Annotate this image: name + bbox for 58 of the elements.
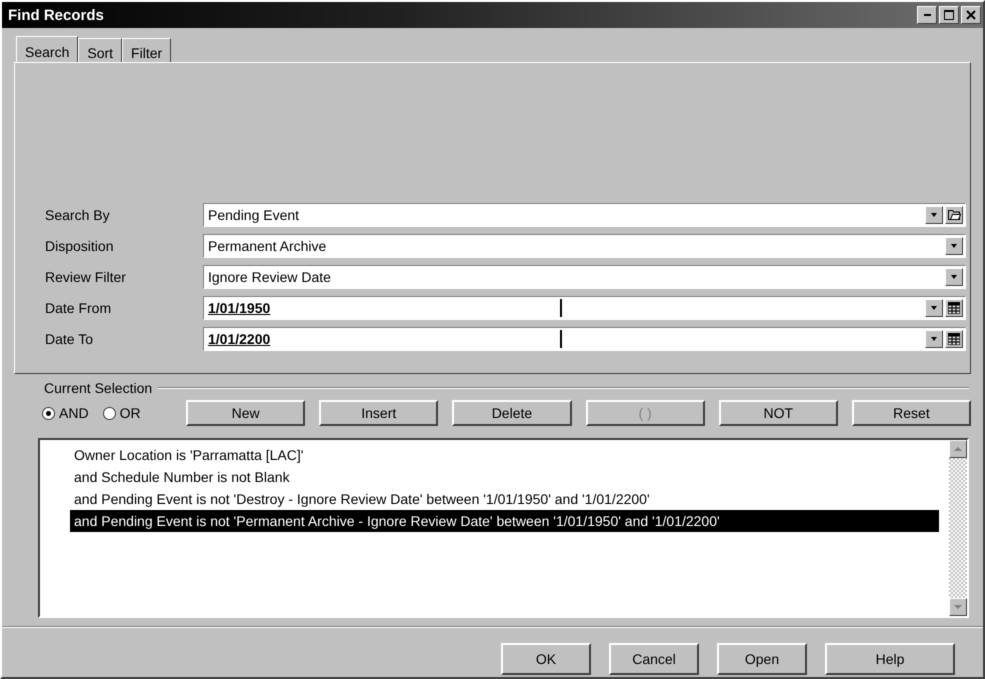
radio-button[interactable]: OR bbox=[102, 405, 141, 421]
scrollbar[interactable] bbox=[949, 440, 967, 616]
button[interactable]: Reset bbox=[852, 400, 972, 426]
dropdown-field[interactable]: Permanent Archive bbox=[203, 234, 966, 258]
dropdown-field[interactable]: Pending Event bbox=[203, 202, 966, 226]
minimize-button[interactable] bbox=[917, 6, 937, 24]
list-item[interactable]: and Pending Event is not 'Permanent Archive - Ignore Review Date' between '1/01/1950' and '1/01/2200' bbox=[70, 510, 939, 532]
dropdown-button[interactable] bbox=[945, 236, 963, 254]
button[interactable]: NOT bbox=[718, 400, 838, 426]
window-title: Find Records bbox=[8, 6, 104, 24]
criteria-list[interactable] bbox=[38, 438, 969, 618]
scroll-down-button[interactable] bbox=[949, 598, 967, 616]
calendar-icon bbox=[948, 332, 960, 344]
radio-button[interactable]: AND bbox=[42, 405, 89, 421]
button[interactable]: Help bbox=[825, 643, 955, 675]
close-button[interactable] bbox=[961, 6, 981, 24]
button[interactable]: New bbox=[186, 400, 306, 426]
list-item[interactable]: Owner Location is 'Parramatta [LAC]' bbox=[70, 444, 939, 466]
dropdown-value: Pending Event bbox=[207, 206, 300, 222]
button[interactable]: OK bbox=[501, 643, 591, 675]
calendar-icon bbox=[948, 302, 960, 314]
date-value: 1/01/2200 bbox=[204, 330, 562, 348]
scroll-up-button[interactable] bbox=[949, 440, 967, 458]
tab[interactable]: Search bbox=[16, 36, 78, 62]
tab[interactable]: Filter bbox=[122, 38, 172, 62]
button[interactable]: Open bbox=[717, 643, 807, 675]
date-field[interactable]: 1/01/2200 bbox=[203, 326, 966, 350]
field-label: Search By bbox=[45, 206, 111, 222]
button[interactable]: Cancel bbox=[609, 643, 699, 675]
dropdown-value: Permanent Archive bbox=[207, 238, 328, 254]
tab[interactable]: Sort bbox=[78, 38, 122, 62]
dropdown-button[interactable] bbox=[925, 330, 943, 348]
field-label: Disposition bbox=[45, 238, 114, 254]
folder-icon bbox=[948, 209, 960, 220]
minimize-icon bbox=[924, 14, 930, 16]
browse-button[interactable] bbox=[945, 206, 963, 224]
maximize-button[interactable] bbox=[939, 6, 959, 24]
group-label: Current Selection bbox=[44, 380, 152, 396]
dropdown-value: Ignore Review Date bbox=[207, 268, 332, 284]
dropdown-field[interactable]: Ignore Review Date bbox=[203, 264, 966, 288]
close-icon bbox=[966, 10, 976, 20]
button[interactable]: Delete bbox=[452, 400, 572, 426]
calendar-button[interactable] bbox=[945, 330, 963, 348]
field-label: Review Filter bbox=[45, 268, 127, 284]
maximize-icon bbox=[944, 10, 954, 20]
dropdown-button[interactable] bbox=[925, 298, 943, 316]
dropdown-button[interactable] bbox=[925, 206, 943, 224]
date-value: 1/01/1950 bbox=[204, 298, 562, 316]
up-arrow-icon bbox=[954, 446, 962, 452]
list-item[interactable]: and Schedule Number is not Blank bbox=[70, 466, 939, 488]
list-item[interactable]: and Pending Event is not 'Destroy - Ignore Review Date' between '1/01/1950' and '1/01/2200' bbox=[70, 488, 939, 510]
calendar-button[interactable] bbox=[945, 298, 963, 316]
date-field[interactable]: 1/01/1950 bbox=[203, 296, 966, 320]
field-label: Date From bbox=[45, 300, 112, 316]
field-label: Date To bbox=[45, 330, 94, 346]
dropdown-button[interactable] bbox=[945, 268, 963, 286]
down-arrow-icon bbox=[954, 604, 962, 610]
button[interactable]: Insert bbox=[319, 400, 438, 426]
